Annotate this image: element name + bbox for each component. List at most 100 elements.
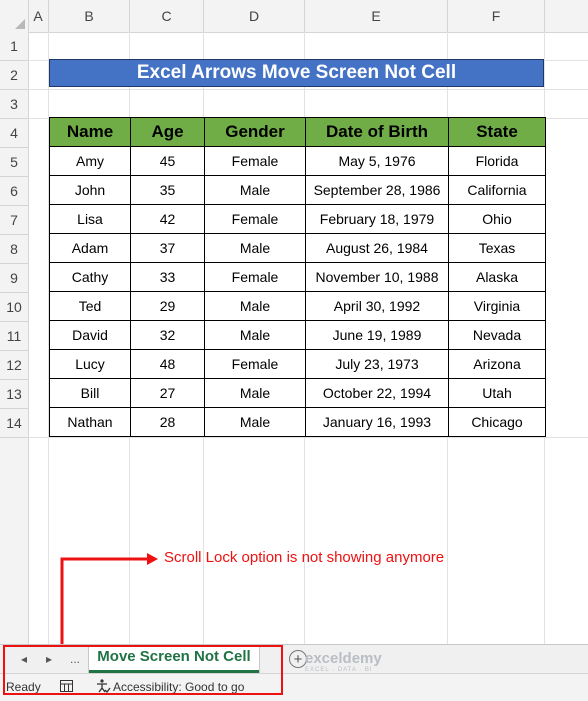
row-header[interactable]: 2 bbox=[0, 61, 28, 90]
table-row: Bill 27 Male October 22, 1994 Utah bbox=[49, 378, 546, 408]
row-header-bar: 1 2 3 4 5 6 7 8 9 10 11 12 13 14 bbox=[0, 32, 29, 644]
watermark-name: exceldemy bbox=[305, 650, 382, 667]
cell-state[interactable]: Ohio bbox=[448, 204, 546, 234]
header-gender[interactable]: Gender bbox=[204, 117, 306, 147]
cell-age[interactable]: 37 bbox=[130, 233, 205, 263]
select-all-button[interactable] bbox=[0, 0, 29, 32]
data-table: Name Age Gender Date of Birth State Amy … bbox=[49, 117, 546, 437]
row-header[interactable]: 5 bbox=[0, 148, 28, 177]
column-header-c[interactable]: C bbox=[130, 0, 204, 32]
accessibility-status[interactable]: Accessibility: Good to go bbox=[113, 680, 244, 694]
cell-gender[interactable]: Female bbox=[204, 349, 306, 379]
cell-name[interactable]: John bbox=[49, 175, 131, 205]
cell-age[interactable]: 27 bbox=[130, 378, 205, 408]
cell-gender[interactable]: Male bbox=[204, 233, 306, 263]
gridline bbox=[28, 89, 588, 90]
accessibility-icon[interactable] bbox=[95, 678, 111, 694]
tab-scroll-right-icon[interactable]: ▸ bbox=[40, 645, 58, 673]
row-header[interactable]: 8 bbox=[0, 235, 28, 264]
status-ready-text: Ready bbox=[6, 680, 41, 694]
cell-date-of-birth[interactable]: August 26, 1984 bbox=[305, 233, 449, 263]
header-date-of-birth[interactable]: Date of Birth bbox=[305, 117, 449, 147]
table-row: Adam 37 Male August 26, 1984 Texas bbox=[49, 233, 546, 263]
row-header[interactable]: 1 bbox=[0, 32, 28, 61]
cell-name[interactable]: Adam bbox=[49, 233, 131, 263]
cell-name[interactable]: Cathy bbox=[49, 262, 131, 292]
cell-state[interactable]: Arizona bbox=[448, 349, 546, 379]
cell-date-of-birth[interactable]: June 19, 1989 bbox=[305, 320, 449, 350]
row-header[interactable]: 9 bbox=[0, 264, 28, 293]
header-name[interactable]: Name bbox=[49, 117, 131, 147]
cell-age[interactable]: 28 bbox=[130, 407, 205, 437]
header-state[interactable]: State bbox=[448, 117, 546, 147]
cell-gender[interactable]: Male bbox=[204, 407, 306, 437]
cell-date-of-birth[interactable]: January 16, 1993 bbox=[305, 407, 449, 437]
cell-age[interactable]: 42 bbox=[130, 204, 205, 234]
cell-state[interactable]: Nevada bbox=[448, 320, 546, 350]
cell-gender[interactable]: Female bbox=[204, 204, 306, 234]
cell-gender[interactable]: Male bbox=[204, 378, 306, 408]
row-header[interactable]: 4 bbox=[0, 119, 28, 148]
cell-date-of-birth[interactable]: September 28, 1986 bbox=[305, 175, 449, 205]
sheet-tab-move-screen-not-cell[interactable]: Move Screen Not Cell bbox=[89, 645, 259, 673]
status-bar: Ready Accessibility: Good to go bbox=[0, 673, 588, 701]
column-header-e[interactable]: E bbox=[305, 0, 448, 32]
cell-state[interactable]: Virginia bbox=[448, 291, 546, 321]
row-header[interactable]: 3 bbox=[0, 90, 28, 119]
cell-age[interactable]: 33 bbox=[130, 262, 205, 292]
cell-name[interactable]: Ted bbox=[49, 291, 131, 321]
cell-age[interactable]: 32 bbox=[130, 320, 205, 350]
cell-state[interactable]: Texas bbox=[448, 233, 546, 263]
cell-name[interactable]: David bbox=[49, 320, 131, 350]
cell-gender[interactable]: Male bbox=[204, 175, 306, 205]
cell-age[interactable]: 29 bbox=[130, 291, 205, 321]
cell-name[interactable]: Lucy bbox=[49, 349, 131, 379]
cell-date-of-birth[interactable]: April 30, 1992 bbox=[305, 291, 449, 321]
exceldemy-watermark: exceldemy EXCEL · DATA · BI bbox=[305, 651, 382, 674]
cell-gender[interactable]: Female bbox=[204, 262, 306, 292]
cell-gender[interactable]: Male bbox=[204, 320, 306, 350]
column-header-b[interactable]: B bbox=[49, 0, 130, 32]
row-header[interactable]: 13 bbox=[0, 380, 28, 409]
column-header-f[interactable]: F bbox=[448, 0, 545, 32]
row-header[interactable]: 7 bbox=[0, 206, 28, 235]
cell-gender[interactable]: Male bbox=[204, 291, 306, 321]
row-header[interactable]: 11 bbox=[0, 322, 28, 351]
cell-age[interactable]: 35 bbox=[130, 175, 205, 205]
sheet-title-banner[interactable]: Excel Arrows Move Screen Not Cell bbox=[49, 59, 544, 87]
row-header[interactable]: 14 bbox=[0, 409, 28, 438]
table-row: David 32 Male June 19, 1989 Nevada bbox=[49, 320, 546, 350]
cell-name[interactable]: Amy bbox=[49, 146, 131, 176]
row-header[interactable]: 12 bbox=[0, 351, 28, 380]
table-row: Lucy 48 Female July 23, 1973 Arizona bbox=[49, 349, 546, 379]
row-header[interactable]: 10 bbox=[0, 293, 28, 322]
header-age[interactable]: Age bbox=[130, 117, 205, 147]
cell-state[interactable]: Florida bbox=[448, 146, 546, 176]
cell-age[interactable]: 48 bbox=[130, 349, 205, 379]
cell-state[interactable]: Alaska bbox=[448, 262, 546, 292]
more-sheets-button[interactable]: ... bbox=[66, 645, 84, 673]
column-header-d[interactable]: D bbox=[204, 0, 305, 32]
cell-date-of-birth[interactable]: November 10, 1988 bbox=[305, 262, 449, 292]
sheet-tab-bar: ◂ ▸ ... Move Screen Not Cell + bbox=[0, 644, 588, 673]
cell-date-of-birth[interactable]: July 23, 1973 bbox=[305, 349, 449, 379]
column-header-a[interactable]: A bbox=[28, 0, 49, 32]
table-header-row: Name Age Gender Date of Birth State bbox=[49, 117, 546, 147]
cell-age[interactable]: 45 bbox=[130, 146, 205, 176]
tab-scroll-left-icon[interactable]: ◂ bbox=[15, 645, 33, 673]
cell-state[interactable]: Utah bbox=[448, 378, 546, 408]
cell-date-of-birth[interactable]: February 18, 1979 bbox=[305, 204, 449, 234]
cell-date-of-birth[interactable]: May 5, 1976 bbox=[305, 146, 449, 176]
cell-state[interactable]: Chicago bbox=[448, 407, 546, 437]
cell-date-of-birth[interactable]: October 22, 1994 bbox=[305, 378, 449, 408]
cell-name[interactable]: Bill bbox=[49, 378, 131, 408]
cell-mode-icon[interactable] bbox=[60, 680, 73, 692]
table-row: Cathy 33 Female November 10, 1988 Alaska bbox=[49, 262, 546, 292]
cell-gender[interactable]: Female bbox=[204, 146, 306, 176]
row-header[interactable]: 6 bbox=[0, 177, 28, 206]
cell-name[interactable]: Nathan bbox=[49, 407, 131, 437]
annotation-text: Scroll Lock option is not showing anymor… bbox=[164, 549, 445, 566]
cell-name[interactable]: Lisa bbox=[49, 204, 131, 234]
cell-state[interactable]: California bbox=[448, 175, 546, 205]
table-row: John 35 Male September 28, 1986 Californ… bbox=[49, 175, 546, 205]
